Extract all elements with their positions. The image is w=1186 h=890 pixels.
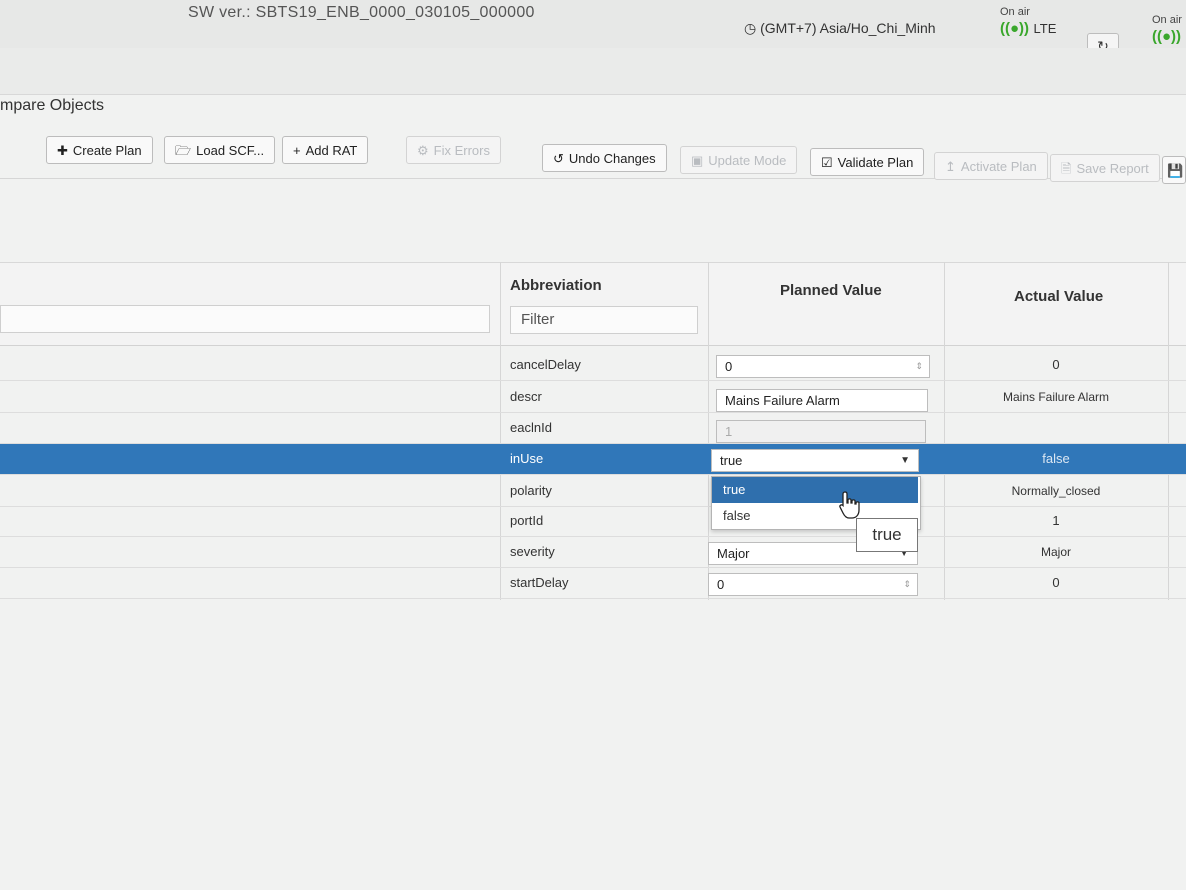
table-row[interactable]: eaclnId 1 [0, 413, 1186, 444]
onair-label: On air [1000, 6, 1030, 18]
validate-plan-label: Validate Plan [837, 155, 914, 170]
table-row[interactable]: portId 1 [0, 506, 1186, 537]
planned-value-input[interactable]: 0 ⇕ [716, 355, 930, 378]
abbr-cell: descr [510, 389, 542, 404]
sw-version-text: SW ver.: SBTS19_ENB_0000_030105_000000 [188, 4, 535, 21]
section-title: mpare Objects [0, 97, 105, 114]
table-row[interactable]: cancelDelay 0 ⇕ 0 [0, 350, 1186, 381]
broadcast-icon-2: ((●)) [1152, 28, 1182, 45]
load-scf-label: Load SCF... [196, 143, 265, 158]
table-row[interactable]: descr Mains Failure Alarm Mains Failure … [0, 382, 1186, 413]
planned-value-text: 0 [717, 577, 725, 592]
header-abbreviation[interactable]: Abbreviation [510, 277, 602, 294]
create-plan-button[interactable]: ✚ Create Plan [46, 136, 153, 164]
planned-value-input-readonly: 1 [716, 420, 926, 443]
caret-down-icon[interactable]: ▼ [900, 450, 910, 471]
broadcast-icon: ((●)) [1000, 20, 1030, 37]
filter-input-abbreviation[interactable]: Filter [510, 306, 698, 334]
load-scf-button[interactable]: 🗁 Load SCF... [164, 136, 276, 164]
undo-changes-label: Undo Changes [568, 151, 656, 166]
plus-icon: + [293, 143, 301, 158]
header-planned-value[interactable]: Planned Value [780, 282, 882, 299]
update-mode-label: Update Mode [708, 153, 787, 168]
toolbar: ✚ Create Plan 🗁 Load SCF... + Add RAT ⚙ Fix … [0, 126, 1186, 184]
timezone-display: ◷ (GMT+7) Asia/Ho_Chi_Minh [744, 20, 936, 37]
select-value: true [720, 453, 743, 468]
onair-label-2: On air [1152, 14, 1182, 26]
update-mode-button[interactable]: ▣ Update Mode [680, 146, 798, 174]
add-rat-label: Add RAT [305, 143, 358, 158]
actual-value-cell: false [1042, 451, 1070, 466]
actual-value-cell: 0 [1052, 575, 1060, 590]
gears-icon: ⚙ [417, 143, 429, 158]
planned-value-input[interactable]: 0 ⇕ [708, 573, 918, 596]
abbr-cell: eaclnId [510, 420, 552, 435]
validate-plan-button[interactable]: ☑ Validate Plan [810, 148, 925, 176]
table-row[interactable]: startDelay 0 ⇕ 0 [0, 568, 1186, 599]
planned-value-text: 0 [725, 359, 733, 374]
undo-changes-button[interactable]: ↺ Undo Changes [542, 144, 667, 172]
dropdown-option-true[interactable]: true [712, 477, 918, 503]
fix-errors-button[interactable]: ⚙ Fix Errors [406, 136, 501, 164]
table-row-selected[interactable]: inUse true ▼ false [0, 444, 1186, 475]
abbr-cell: portId [510, 513, 544, 528]
actual-value-cell: Mains Failure Alarm [1002, 390, 1110, 404]
actual-value-cell: 0 [1052, 357, 1060, 372]
select-value: Major [717, 546, 750, 561]
actual-value-cell: Normally_closed [1011, 484, 1101, 498]
hand-cursor-icon [839, 491, 860, 519]
activate-plan-button[interactable]: ↥ Activate Plan [934, 152, 1048, 180]
edit-icon: ▣ [691, 153, 704, 168]
add-rat-button[interactable]: + Add RAT [282, 136, 369, 164]
table-row[interactable]: severity Major ▼ Major [0, 537, 1186, 568]
save-report-label: Save Report [1076, 161, 1149, 176]
save-report-button[interactable]: 🗎 Save Report [1050, 154, 1160, 182]
actual-value-cell: Major [1040, 545, 1071, 559]
planned-value-input[interactable]: Mains Failure Alarm [716, 389, 928, 412]
abbr-cell: inUse [510, 451, 544, 466]
check-square-icon: ☑ [821, 155, 833, 170]
filter-input-name[interactable] [0, 305, 490, 333]
timezone-text: (GMT+7) Asia/Ho_Chi_Minh [760, 20, 936, 36]
save-icon: 💾 [1167, 163, 1184, 178]
create-plan-label: Create Plan [72, 143, 142, 158]
abbr-cell: severity [510, 544, 555, 559]
plus-circle-icon: ✚ [57, 143, 68, 158]
top-header: SW ver.: SBTS19_ENB_0000_030105_000000 ◷… [0, 0, 1186, 59]
abbr-cell: startDelay [510, 575, 569, 590]
clock-icon: ◷ [744, 20, 757, 36]
tooltip: true [856, 518, 918, 552]
planned-value-select[interactable]: true ▼ [711, 449, 919, 472]
actual-value-cell: 1 [1052, 513, 1060, 528]
rat-label: LTE [1033, 21, 1057, 36]
folder-icon: 🗁 [175, 143, 192, 158]
table-row[interactable]: polarity Normally_closed [0, 476, 1186, 507]
spinner-icon[interactable]: ⇕ [915, 356, 923, 377]
sub-header-bar [0, 48, 1186, 95]
upload-icon: ↥ [945, 159, 956, 174]
abbr-cell: polarity [510, 483, 552, 498]
fix-errors-label: Fix Errors [433, 143, 490, 158]
header-actual-value[interactable]: Actual Value [1014, 288, 1103, 305]
activate-plan-label: Activate Plan [960, 159, 1037, 174]
spinner-icon[interactable]: ⇕ [903, 574, 911, 595]
abbr-cell: cancelDelay [510, 357, 581, 372]
onair-status-lte: On air ((●)) LTE [1000, 6, 1056, 38]
undo-icon: ↺ [553, 151, 564, 166]
file-icon: 🗎 [1061, 161, 1072, 176]
onair-status-2: On air ((●)) [1152, 14, 1182, 46]
save-icon-button[interactable]: 💾 [1162, 156, 1186, 184]
